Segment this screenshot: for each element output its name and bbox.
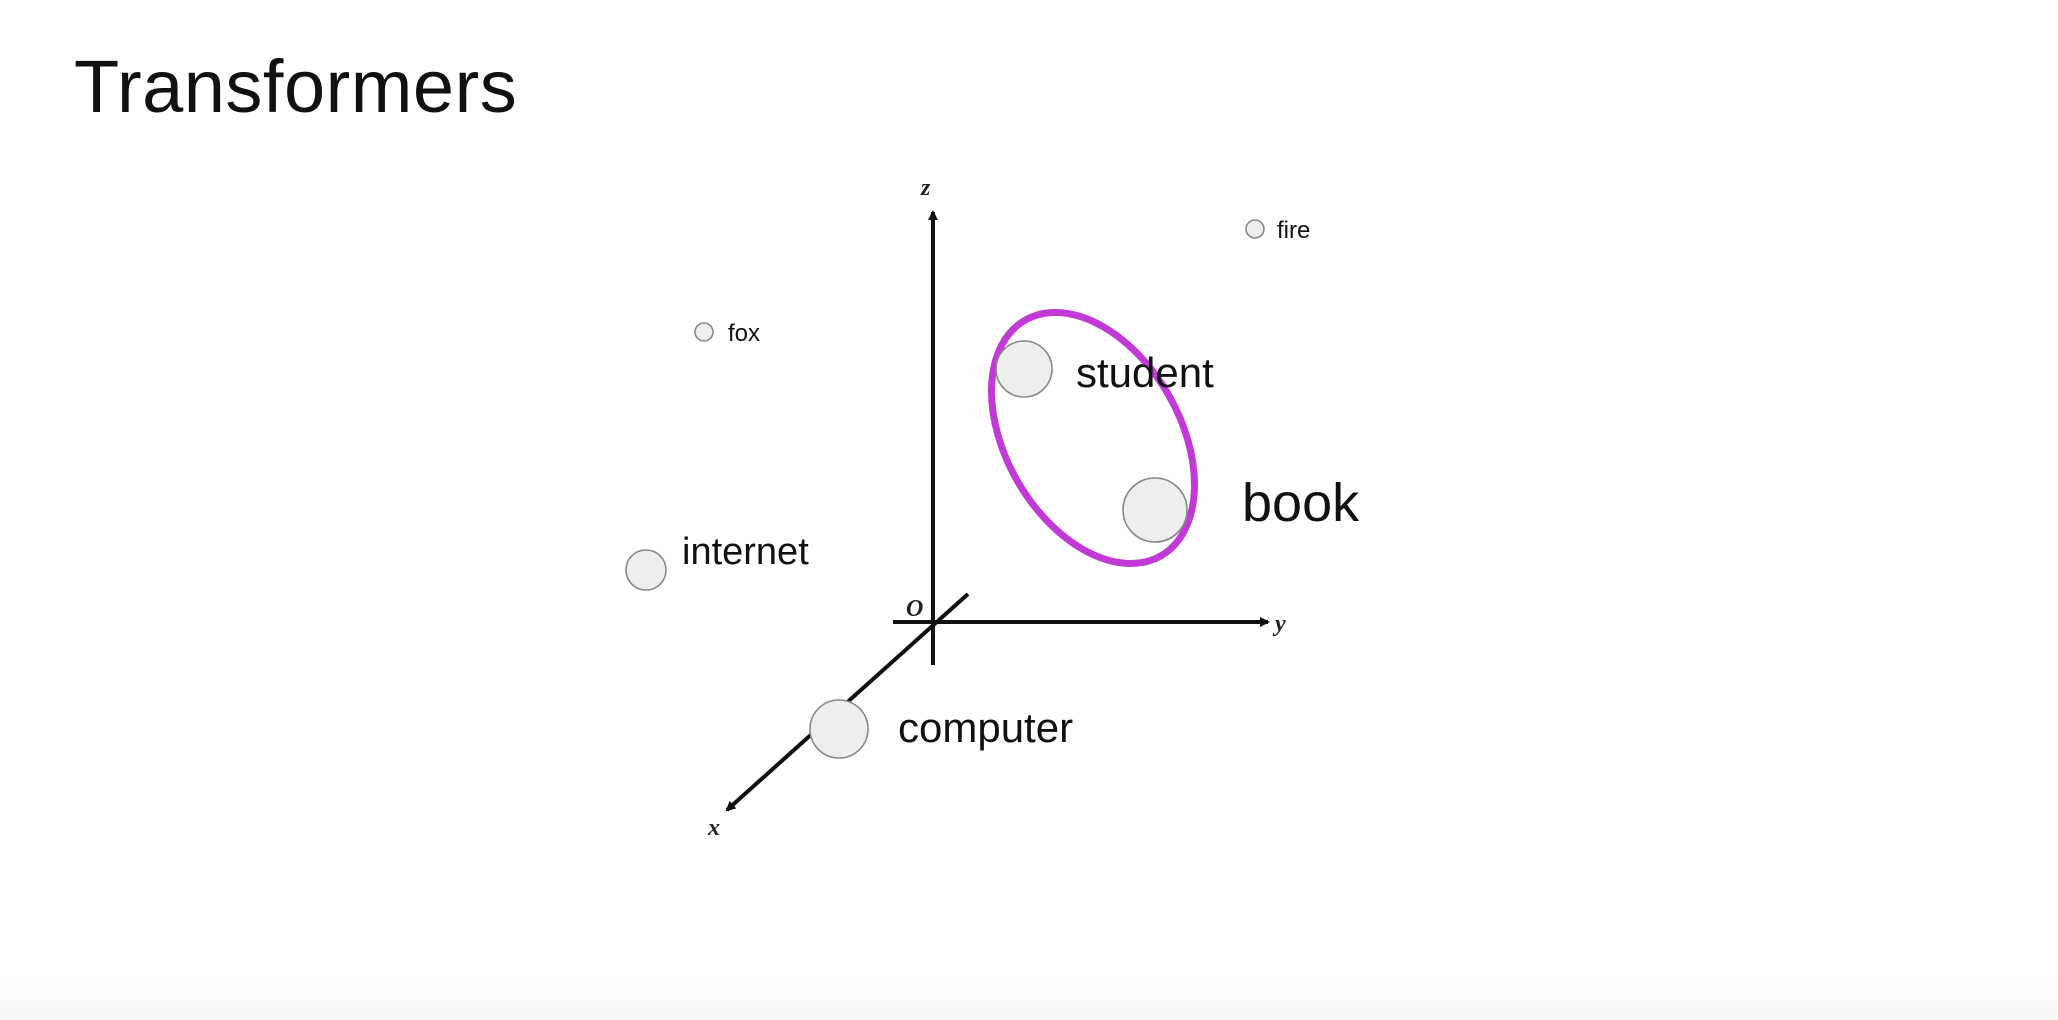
cluster-ellipse [988,308,1198,568]
y-axis-label: y [1272,611,1286,637]
book-label: book [1242,473,1360,533]
internet-label: internet [682,531,809,573]
book-point [1122,477,1188,543]
student-label: student [1076,349,1214,396]
x-axis-label: x [707,815,720,841]
student-point [995,340,1053,398]
word-embedding-diagram: z y x O fire fox student book internet c… [625,175,1360,841]
slide: Transformers z y x O fire fox student bo… [0,0,2058,1020]
fox-point [694,322,714,342]
origin-label: O [906,596,923,622]
computer-point [809,699,869,759]
fox-label: fox [728,320,760,347]
z-axis-label: z [920,175,931,201]
computer-label: computer [898,704,1073,751]
fire-label: fire [1277,217,1310,244]
internet-point [625,549,667,591]
fire-point [1245,219,1265,239]
